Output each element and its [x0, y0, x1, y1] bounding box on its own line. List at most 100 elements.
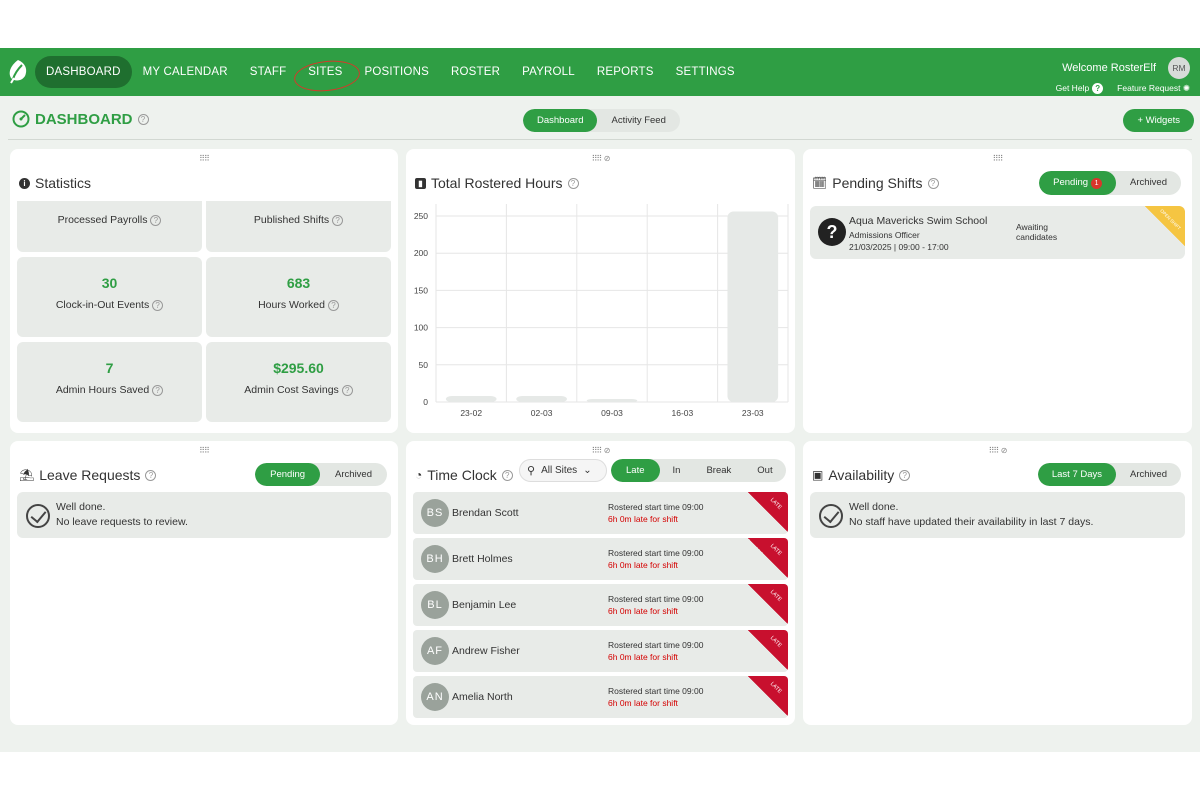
late-ribbon: LATE	[748, 584, 788, 624]
time-clock-card: ⠿⠿ ⊘ ◔ Time Clock ? ⚲ All Sites ⌄ Late In…	[406, 441, 795, 725]
late-ribbon: LATE	[748, 676, 788, 716]
statistics-title: i Statistics	[19, 175, 91, 191]
drag-handle-icon[interactable]: ⠿⠿	[199, 154, 210, 163]
leave-empty-state: Well done. No leave requests to review.	[17, 492, 391, 538]
pending-shifts-card: ⠿⠿ 🗓 Pending Shifts ? Pending 1 Archived …	[803, 149, 1192, 433]
clock-icon: ◔	[415, 468, 423, 482]
late-ribbon-text: LATE	[768, 681, 783, 695]
nav-staff[interactable]: STAFF	[239, 57, 298, 87]
eye-off-icon[interactable]: ⊘	[604, 446, 611, 455]
leave-requests-toggle: Pending Archived	[255, 463, 387, 486]
get-help-link[interactable]: Get Help?	[1056, 83, 1104, 94]
help-circle-icon[interactable]: ?	[327, 300, 339, 311]
pending-shift-item[interactable]: ? Aqua Mavericks Swim School Admissions …	[810, 206, 1185, 259]
nav-reports[interactable]: REPORTS	[586, 57, 665, 87]
tab-activity-feed[interactable]: Activity Feed	[597, 109, 679, 132]
help-circle-icon[interactable]: ?	[150, 215, 162, 226]
time-clock-row[interactable]: BS Brendan Scott Rostered start time 09:00…	[413, 492, 788, 534]
drag-handle-icon[interactable]: ⠿⠿ ⊘	[592, 446, 611, 455]
nav-my-calendar[interactable]: MY CALENDAR	[132, 57, 239, 87]
add-widgets-button[interactable]: + Widgets	[1123, 109, 1194, 132]
eye-off-icon[interactable]: ⊘	[1001, 446, 1008, 455]
nav-positions[interactable]: POSITIONS	[354, 57, 440, 87]
drag-handle-icon[interactable]: ⠿⠿ ⊘	[989, 446, 1008, 455]
late-ribbon: LATE	[748, 492, 788, 532]
x-tick-label: 16-03	[672, 408, 694, 418]
time-clock-title-text: Time Clock	[427, 467, 497, 483]
late-ribbon-text: LATE	[768, 543, 783, 557]
bar	[727, 211, 779, 402]
tab-pending[interactable]: Pending	[255, 463, 321, 486]
availability-empty-state: Well done. No staff have updated their a…	[810, 492, 1185, 538]
user-area: Welcome RosterElf RM Get Help? Feature R…	[990, 48, 1190, 96]
stat-value: 683	[286, 275, 311, 291]
info-icon: i	[19, 177, 30, 189]
nav-dashboard[interactable]: DASHBOARD	[35, 56, 132, 88]
help-circle-icon[interactable]: ?	[332, 215, 344, 226]
help-icon: ?	[1092, 83, 1104, 94]
stat-value: $295.60	[273, 360, 324, 376]
time-clock-row[interactable]: AF Andrew Fisher Rostered start time 09:00…	[413, 630, 788, 672]
drag-handle-icon[interactable]: ⠿⠿	[199, 446, 210, 455]
tab-archived[interactable]: Archived	[1116, 171, 1181, 195]
tab-out[interactable]: Out	[744, 459, 785, 482]
tab-pending[interactable]: Pending 1	[1039, 171, 1117, 195]
statistics-card: ⠿⠿ i Statistics Processed Payrolls ? Pub…	[10, 149, 398, 433]
tab-archived[interactable]: Archived	[1116, 463, 1181, 486]
tab-dashboard[interactable]: Dashboard	[523, 109, 598, 132]
time-clock-row[interactable]: AN Amelia North Rostered start time 09:00 6…	[413, 676, 788, 718]
nav-settings[interactable]: SETTINGS	[665, 57, 746, 87]
avatar[interactable]: RM	[1168, 57, 1190, 79]
shift-time: 21/03/2025 | 09:00 - 17:00	[849, 242, 949, 252]
help-circle-icon[interactable]: ?	[152, 385, 164, 396]
late-duration: 6h 0m late for shift	[608, 652, 678, 662]
tab-last-7-days[interactable]: Last 7 Days	[1037, 463, 1117, 486]
help-circle-icon[interactable]: ?	[501, 469, 513, 481]
help-links: Get Help? Feature Request ✺	[1056, 83, 1190, 94]
late-ribbon: LATE	[748, 630, 788, 670]
bar	[516, 396, 567, 402]
drag-handle-icon[interactable]: ⠿⠿	[993, 154, 1004, 163]
rosterelf-logo-icon[interactable]	[7, 59, 29, 85]
tab-in[interactable]: In	[660, 459, 694, 482]
stat-value: 7	[105, 360, 114, 376]
rostered-start: Rostered start time 09:00	[608, 640, 704, 650]
help-circle-icon[interactable]: ?	[927, 177, 939, 189]
check-circle-icon	[819, 504, 843, 528]
staff-name: Brett Holmes	[452, 553, 513, 565]
leave-requests-title: ⛱ Leave Requests ?	[19, 467, 157, 483]
stat-label: Admin Hours Saved ?	[17, 384, 202, 396]
y-tick-label: 150	[414, 285, 428, 295]
help-circle-icon[interactable]: ?	[152, 300, 164, 311]
x-tick-label: 02-03	[531, 408, 553, 418]
pending-shifts-title-text: Pending Shifts	[832, 175, 923, 191]
tab-late[interactable]: Late	[611, 459, 660, 482]
time-clock-row[interactable]: BL Benjamin Lee Rostered start time 09:00 6…	[413, 584, 788, 626]
stat-clock-events: 30 Clock-in-Out Events ?	[17, 257, 202, 337]
speedometer-icon	[12, 110, 30, 128]
site-select[interactable]: ⚲ All Sites ⌄	[519, 459, 607, 482]
help-circle-icon[interactable]: ?	[899, 469, 911, 481]
late-ribbon: LATE	[748, 538, 788, 578]
time-clock-row[interactable]: BH Brett Holmes Rostered start time 09:00 6…	[413, 538, 788, 580]
nav-payroll[interactable]: PAYROLL	[511, 57, 586, 87]
calendar-clock-icon: 🗓	[812, 176, 828, 190]
staff-name: Brendan Scott	[452, 507, 519, 519]
nav-roster[interactable]: ROSTER	[440, 57, 511, 87]
stat-label: Admin Cost Savings ?	[206, 384, 391, 396]
tab-archived[interactable]: Archived	[320, 463, 387, 486]
leave-msg-body: No leave requests to review.	[56, 516, 188, 528]
welcome-text: Welcome RosterElf	[1062, 62, 1156, 74]
feature-request-link[interactable]: Feature Request ✺	[1117, 83, 1190, 94]
tab-break[interactable]: Break	[693, 459, 744, 482]
help-circle-icon[interactable]: ?	[341, 385, 353, 396]
nav-sites[interactable]: SITES	[297, 57, 353, 87]
late-ribbon-text: LATE	[768, 635, 783, 649]
help-circle-icon[interactable]: ?	[145, 469, 157, 481]
leave-requests-card: ⠿⠿ ⛱ Leave Requests ? Pending Archived W…	[10, 441, 398, 725]
availability-title: ▣ Availability ?	[812, 467, 911, 483]
availability-msg-title: Well done.	[849, 501, 899, 513]
rostered-start: Rostered start time 09:00	[608, 686, 704, 696]
shift-status: Awaiting candidates	[1016, 222, 1058, 242]
help-circle-icon[interactable]: ?	[137, 113, 149, 125]
